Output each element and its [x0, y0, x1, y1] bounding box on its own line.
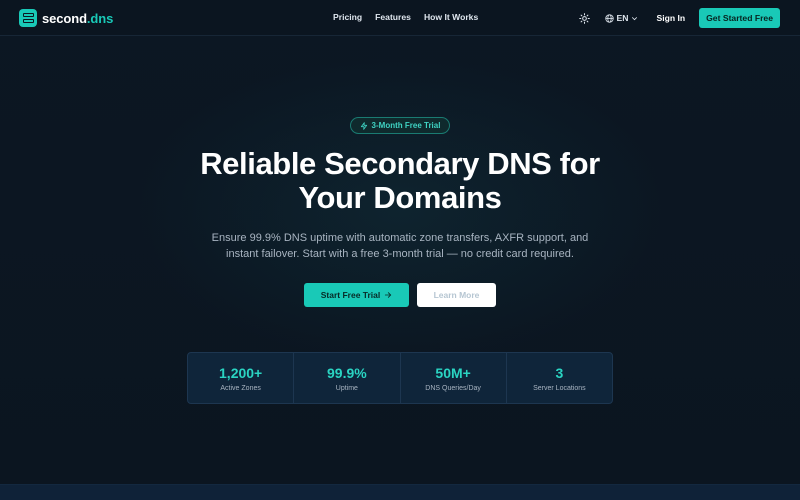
arrow-right-icon: [385, 292, 392, 298]
stat-active-zones: 1,200+ Active Zones: [188, 353, 295, 403]
chevron-down-icon: [632, 16, 638, 20]
sun-icon: [579, 12, 590, 24]
brand-name-accent: .dns: [86, 10, 114, 26]
stat-value: 3: [555, 364, 564, 381]
theme-toggle-button[interactable]: [577, 10, 593, 26]
brand-name: second.dns: [42, 11, 113, 26]
start-free-trial-button[interactable]: Start Free Trial: [304, 283, 409, 307]
start-free-trial-label: Start Free Trial: [320, 290, 381, 300]
server-stack-icon: [19, 9, 37, 27]
free-trial-badge: 3-Month Free Trial: [350, 117, 450, 134]
stat-label: Active Zones: [220, 384, 261, 392]
stat-label: Server Locations: [533, 384, 586, 392]
nav-link-how-it-works[interactable]: How It Works: [424, 12, 478, 22]
globe-icon: [604, 13, 614, 23]
stat-value: 50M+: [435, 364, 471, 381]
hero-subtitle-line2: instant failover. Start with a free 3-mo…: [226, 248, 574, 260]
stat-value: 99.9%: [327, 364, 367, 381]
get-started-button[interactable]: Get Started Free: [699, 8, 780, 28]
brand-name-main: second: [42, 10, 87, 26]
top-navbar: second.dns Pricing Features How It Works…: [0, 0, 800, 36]
stat-value: 1,200+: [219, 364, 263, 381]
nav-links: Pricing Features How It Works: [333, 12, 491, 22]
stat-label: DNS Queries/Day: [425, 384, 481, 392]
nav-link-features[interactable]: Features: [375, 12, 411, 22]
hero-title-line2: Your Domains: [298, 180, 502, 215]
nav-link-pricing[interactable]: Pricing: [333, 12, 362, 22]
language-label: EN: [616, 13, 629, 23]
stat-label: Uptime: [335, 384, 358, 392]
hero-subtitle-line1: Ensure 99.9% DNS uptime with automatic z…: [211, 232, 589, 244]
brand-logo[interactable]: second.dns: [19, 9, 113, 27]
stat-uptime: 99.9% Uptime: [294, 353, 401, 403]
language-selector[interactable]: EN: [604, 13, 639, 23]
stat-dns-queries: 50M+ DNS Queries/Day: [401, 353, 507, 403]
lightning-icon: [360, 121, 367, 130]
sign-in-link[interactable]: Sign In: [656, 13, 685, 23]
hero-title-line1: Reliable Secondary DNS for: [200, 146, 600, 181]
learn-more-button[interactable]: Learn More: [417, 283, 496, 307]
stat-server-locations: 3 Server Locations: [507, 353, 612, 403]
badge-label: 3-Month Free Trial: [371, 121, 441, 130]
hero-subtitle: Ensure 99.9% DNS uptime with automatic z…: [0, 230, 800, 262]
next-section-edge: [0, 484, 800, 500]
nav-actions: EN Sign In Get Started Free: [577, 8, 780, 28]
stats-panel: 1,200+ Active Zones 99.9% Uptime 50M+ DN…: [187, 352, 613, 404]
hero-title: Reliable Secondary DNS for Your Domains: [0, 147, 800, 215]
